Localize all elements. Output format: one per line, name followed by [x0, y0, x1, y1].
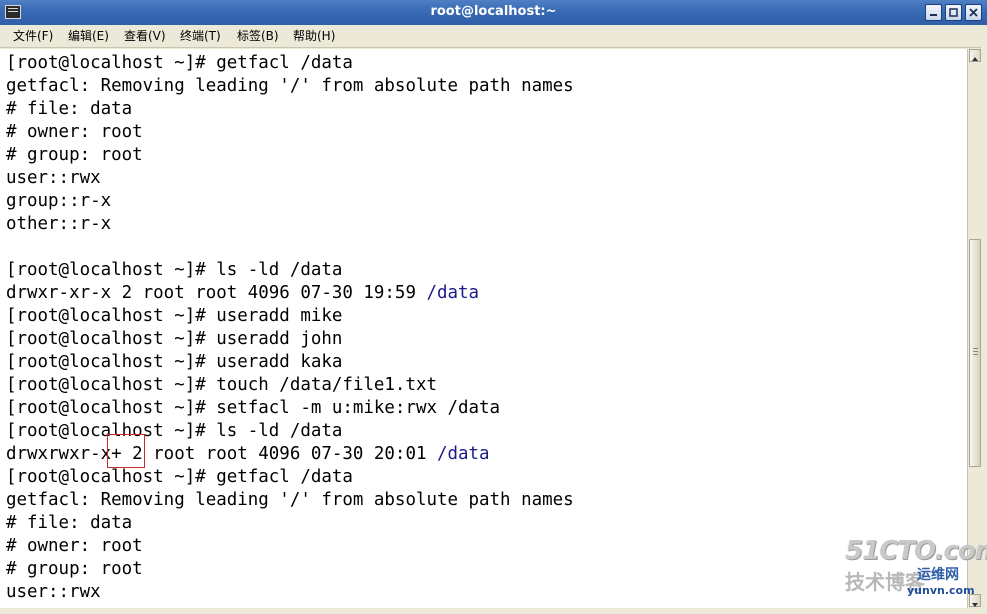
grip-line — [973, 354, 978, 355]
terminal-line: [root@localhost ~]# getfacl /data — [6, 466, 353, 487]
terminal-line: [root@localhost ~]# ls -ld /data — [6, 259, 343, 280]
terminal-line: [root@localhost ~]# useradd kaka — [6, 351, 343, 372]
menu-terminal[interactable]: 终端(T) — [180, 28, 221, 44]
menu-view[interactable]: 查看(V) — [124, 28, 166, 44]
terminal-line: # file: data — [6, 98, 133, 119]
directory-name: /data — [426, 282, 480, 303]
terminal-line: user::rwx — [6, 581, 101, 602]
maximize-icon — [949, 8, 958, 17]
terminal-line: getfacl: Removing leading '/' from absol… — [6, 75, 574, 96]
menu-file[interactable]: 文件(F) — [13, 28, 53, 44]
menu-bar: 文件(F) 编辑(E) 查看(V) 终端(T) 标签(B) 帮助(H) — [0, 25, 987, 48]
scroll-up-button[interactable] — [969, 49, 981, 62]
close-icon — [969, 8, 978, 17]
arrow-up-icon — [972, 57, 978, 61]
terminal-output[interactable]: [root@localhost ~]# getfacl /data getfac… — [0, 49, 967, 608]
window-title: root@localhost:~ — [430, 4, 557, 19]
directory-name: /data — [436, 443, 490, 464]
ls-output-text: drwxrwxr-x+ 2 root root 4096 07-30 20:01 — [6, 443, 437, 464]
grip-line — [973, 351, 978, 352]
grip-line — [973, 348, 978, 349]
terminal-line: [root@localhost ~]# setfacl -m u:mike:rw… — [6, 397, 501, 418]
terminal-line: [root@localhost ~]# useradd mike — [6, 305, 343, 326]
minimize-button[interactable] — [925, 4, 942, 21]
title-bar[interactable]: root@localhost:~ — [0, 0, 987, 26]
terminal-line: # owner: root — [6, 535, 143, 556]
watermark-url: yunvn.com — [907, 584, 975, 597]
terminal-line: # group: root — [6, 144, 143, 165]
menu-edit[interactable]: 编辑(E) — [68, 28, 109, 44]
scroll-thumb[interactable] — [969, 239, 981, 467]
watermark-logo: 51CTO.com — [845, 536, 987, 566]
terminal-line: [root@localhost ~]# ls -ld /data — [6, 420, 343, 441]
terminal-line: [root@localhost ~]# useradd john — [6, 328, 343, 349]
acl-highlight-box — [107, 434, 145, 468]
terminal-line: drwxrwxr-x+ 2 root root 4096 07-30 20:01… — [6, 442, 490, 465]
watermark-partner: 运维网 — [917, 567, 959, 583]
terminal-line: other::r-x — [6, 213, 112, 234]
window-frame — [981, 25, 987, 608]
vertical-scrollbar[interactable] — [967, 49, 981, 608]
terminal-line: [root@localhost ~]# getfacl /data — [6, 52, 353, 73]
terminal-line: drwxr-xr-x 2 root root 4096 07-30 19:59 … — [6, 281, 479, 304]
terminal-line: group::r-x — [6, 190, 112, 211]
minimize-icon — [930, 14, 937, 16]
menu-tabs[interactable]: 标签(B) — [237, 28, 279, 44]
menu-help[interactable]: 帮助(H) — [293, 28, 335, 44]
watermark: 51CTO.com 技术博客 运维网 yunvn.com — [845, 536, 987, 606]
terminal-line: user::rwx — [6, 167, 101, 188]
terminal-line: [root@localhost ~]# touch /data/file1.tx… — [6, 374, 437, 395]
maximize-button[interactable] — [945, 4, 962, 21]
terminal-line: # group: root — [6, 558, 143, 579]
close-button[interactable] — [965, 4, 982, 21]
terminal-line: getfacl: Removing leading '/' from absol… — [6, 489, 574, 510]
ls-output-text: drwxr-xr-x 2 root root 4096 07-30 19:59 — [6, 282, 427, 303]
terminal-line: # file: data — [6, 512, 133, 533]
terminal-line: # owner: root — [6, 121, 143, 142]
